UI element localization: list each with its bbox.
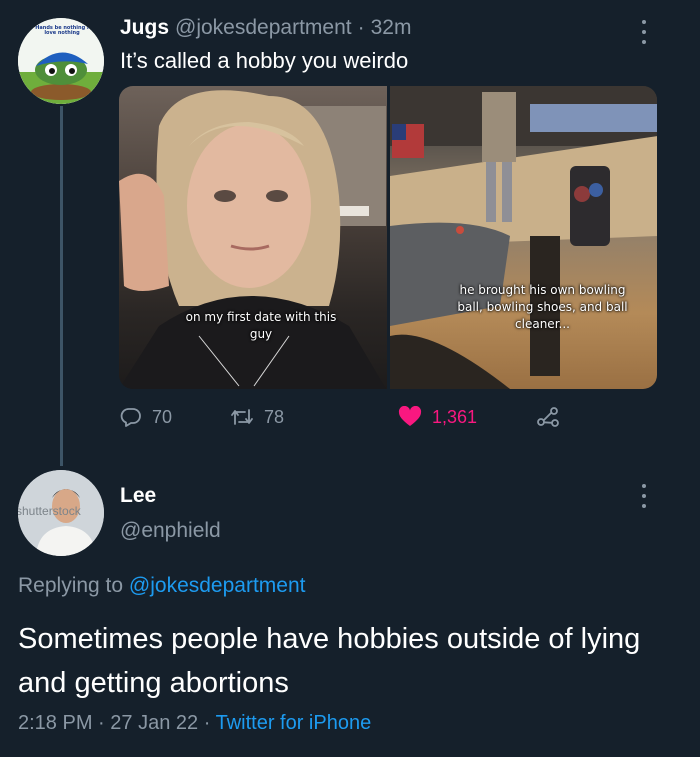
thread-connector-line (60, 106, 63, 466)
like-count: 1,361 (432, 406, 478, 427)
tweet-thread: Hands be nothing I love nothing Jugs @jo… (0, 0, 700, 757)
author-name[interactable]: Lee (120, 484, 156, 508)
author-name[interactable]: Jugs (120, 16, 169, 40)
photo-bowling-alley (389, 86, 657, 389)
share-button[interactable] (536, 406, 560, 428)
reply-button[interactable]: 70 (120, 406, 172, 428)
tweet-meta: 2:18 PM · 27 Jan 22 · Twitter for iPhone (18, 712, 371, 735)
avatar[interactable]: shutterstock (18, 470, 104, 556)
heart-icon (398, 406, 422, 426)
more-options-icon[interactable] (640, 20, 648, 44)
separator-dot: · (357, 16, 365, 39)
reply-icon (120, 408, 141, 427)
replying-to-line: Replying to @jokesdepartment (18, 574, 305, 598)
separator-dot: · (98, 712, 105, 734)
photo-woman-selfie (119, 90, 386, 389)
more-options-icon[interactable] (640, 484, 648, 508)
replying-prefix: Replying to (18, 574, 124, 597)
tweet-action-bar: 70 78 1,361 (120, 406, 580, 436)
separator-dot: · (203, 712, 211, 734)
avatar[interactable]: Hands be nothing I love nothing (18, 18, 104, 104)
media-image-date[interactable]: on my first date with this guy (119, 86, 387, 389)
tweet-media-grid: on my first date with this guy he brough… (119, 86, 657, 389)
retweet-button[interactable]: 78 (230, 406, 284, 428)
tweet-date[interactable]: 27 Jan 22 (110, 712, 198, 734)
tweet-time[interactable]: 2:18 PM (18, 712, 92, 734)
author-handle[interactable]: @jokesdepartment (175, 16, 352, 40)
like-button[interactable]: 1,361 (398, 406, 477, 428)
retweet-count: 78 (264, 406, 285, 427)
tweet-header: Jugs @jokesdepartment · 32m (120, 16, 411, 44)
mention-link[interactable]: @jokesdepartment (129, 574, 306, 597)
retweet-icon (231, 409, 253, 425)
media-caption: he brought his own bowling ball, bowling… (457, 283, 628, 331)
tweet-timestamp[interactable]: 32m (371, 16, 412, 40)
frog-illustration-icon (18, 52, 104, 104)
tweet-source-link[interactable]: Twitter for iPhone (216, 712, 372, 734)
media-image-bowling[interactable]: he brought his own bowling ball, bowling… (389, 86, 657, 389)
share-icon (537, 407, 559, 427)
tweet-text: It’s called a hobby you weirdo (120, 48, 409, 73)
author-handle[interactable]: @enphield (120, 519, 221, 543)
reply-count: 70 (152, 406, 173, 427)
reply-text: Sometimes people have hobbies outside of… (18, 623, 641, 699)
media-caption: on my first date with this guy (185, 310, 337, 341)
avatar-watermark: shutterstock (18, 504, 81, 518)
